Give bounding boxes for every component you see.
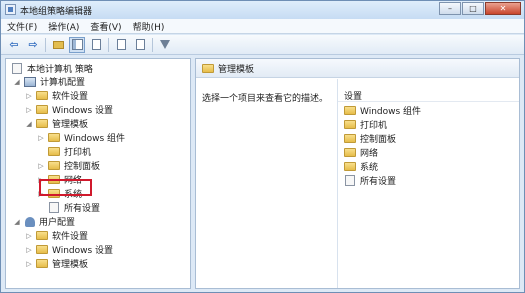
- details-description: 选择一个项目来查看它的描述。: [202, 94, 329, 104]
- folder-icon: [36, 91, 48, 100]
- list-item[interactable]: Windows 组件: [344, 104, 421, 117]
- filter-icon[interactable]: [157, 37, 173, 53]
- details-pane: 管理模板 选择一个项目来查看它的描述。 设置 Windows 组件 打印机 控制…: [195, 58, 520, 289]
- tree-item-software-settings[interactable]: ▷ 软件设置: [25, 89, 88, 102]
- toolbar-separator: [152, 37, 153, 52]
- properties-icon[interactable]: [132, 37, 148, 53]
- tree-pane: 本地计算机 策略 ◢ 计算机配置 ▷ 软件设置 ▷ Windows 设置 ◢ 管…: [5, 58, 191, 289]
- maximize-button[interactable]: □: [462, 2, 484, 15]
- settings-list: 设置 Windows 组件 打印机 控制面板 网络 系统 所有设置: [337, 79, 519, 288]
- menu-action[interactable]: 操作(A): [48, 20, 79, 33]
- title-bar: 本地组策略编辑器 – □ ✕: [1, 1, 524, 19]
- tree-item-windows-components[interactable]: ▷ Windows 组件: [37, 131, 125, 144]
- folder-icon: [36, 259, 48, 268]
- toolbar-separator: [45, 37, 46, 52]
- tree-item-user-admin-templates[interactable]: ▷ 管理模板: [25, 257, 88, 270]
- folder-icon: [36, 105, 48, 114]
- list-item[interactable]: 打印机: [344, 118, 387, 131]
- folder-icon: [344, 148, 356, 157]
- close-button[interactable]: ✕: [485, 2, 521, 15]
- tree-item-label: 计算机配置: [40, 78, 86, 88]
- up-folder-icon[interactable]: [50, 37, 66, 53]
- chevron-right-icon[interactable]: ▷: [37, 134, 45, 142]
- folder-icon: [344, 106, 356, 115]
- tree-item-printers[interactable]: 打印机: [37, 145, 91, 158]
- help-icon[interactable]: [113, 37, 129, 53]
- folder-icon: [344, 162, 356, 171]
- show-tree-icon[interactable]: [69, 36, 85, 53]
- toolbar: ⇦ ⇨: [1, 35, 524, 55]
- user-icon: [25, 216, 35, 227]
- tree-item-user-software-settings[interactable]: ▷ 软件设置: [25, 229, 88, 242]
- folder-icon: [36, 231, 48, 240]
- toolbar-separator: [108, 37, 109, 52]
- chevron-right-icon[interactable]: ▷: [25, 106, 33, 114]
- tree-item-label: Windows 设置: [52, 106, 114, 116]
- tree-item-root[interactable]: 本地计算机 策略: [8, 62, 93, 75]
- list-item[interactable]: 系统: [344, 160, 378, 173]
- policy-icon: [12, 63, 22, 74]
- tree-item-label: 打印机: [64, 148, 92, 158]
- details-title: 管理模板: [218, 64, 255, 75]
- chevron-right-icon[interactable]: ▷: [25, 246, 33, 254]
- folder-icon: [48, 147, 60, 156]
- chevron-right-icon[interactable]: ▷: [37, 162, 45, 170]
- tree-item-admin-templates[interactable]: ◢ 管理模板: [25, 117, 88, 130]
- tree-item-label: 本地计算机 策略: [27, 65, 93, 75]
- tree-item-computer-config[interactable]: ◢ 计算机配置: [13, 75, 85, 88]
- folder-icon: [344, 120, 356, 129]
- app-icon: [5, 4, 16, 15]
- window: 本地组策略编辑器 – □ ✕ 文件(F) 操作(A) 查看(V) 帮助(H) ⇦…: [0, 0, 525, 293]
- menu-view[interactable]: 查看(V): [90, 20, 121, 33]
- folder-icon: [344, 134, 356, 143]
- chevron-down-icon[interactable]: ◢: [13, 218, 21, 226]
- all-settings-icon: [345, 175, 355, 186]
- column-divider: [338, 101, 519, 102]
- tree-item-control-panel[interactable]: ▷ 控制面板: [37, 159, 100, 172]
- chevron-down-icon[interactable]: ◢: [13, 78, 21, 86]
- back-icon[interactable]: ⇦: [6, 37, 22, 53]
- tree-item-label: 管理模板: [52, 120, 89, 130]
- tree-item-label: 用户配置: [39, 218, 76, 228]
- export-list-icon[interactable]: [88, 37, 104, 53]
- tree-item-label: 软件设置: [52, 232, 89, 242]
- menu-bar: 文件(F) 操作(A) 查看(V) 帮助(H): [1, 19, 524, 34]
- tree-item-label: 管理模板: [52, 260, 89, 270]
- all-settings-icon: [49, 202, 59, 213]
- chevron-right-icon[interactable]: ▷: [25, 92, 33, 100]
- list-item[interactable]: 所有设置: [344, 174, 396, 187]
- selection-highlight: [39, 179, 92, 196]
- chevron-right-icon[interactable]: ▷: [25, 232, 33, 240]
- tree-item-user-windows-settings[interactable]: ▷ Windows 设置: [25, 243, 113, 256]
- minimize-button[interactable]: –: [439, 2, 461, 15]
- folder-icon: [202, 63, 214, 73]
- forward-icon[interactable]: ⇨: [25, 37, 41, 53]
- folder-icon: [36, 119, 48, 128]
- tree-item-windows-settings[interactable]: ▷ Windows 设置: [25, 103, 113, 116]
- list-item[interactable]: 控制面板: [344, 132, 396, 145]
- menu-file[interactable]: 文件(F): [7, 20, 37, 33]
- tree-item-user-config[interactable]: ◢ 用户配置: [13, 215, 75, 228]
- tree-item-label: Windows 设置: [52, 246, 114, 256]
- details-header: 管理模板: [196, 59, 519, 78]
- computer-icon: [24, 76, 36, 87]
- menu-help[interactable]: 帮助(H): [133, 20, 165, 33]
- tree-item-all-settings[interactable]: 所有设置: [37, 201, 100, 214]
- folder-icon: [48, 161, 60, 170]
- list-item[interactable]: 网络: [344, 146, 378, 159]
- chevron-right-icon[interactable]: ▷: [25, 260, 33, 268]
- tree-item-label: 控制面板: [64, 162, 101, 172]
- window-title: 本地组策略编辑器: [20, 7, 93, 17]
- folder-icon: [48, 133, 60, 142]
- tree-item-label: Windows 组件: [64, 134, 126, 144]
- folder-icon: [36, 245, 48, 254]
- chevron-down-icon[interactable]: ◢: [25, 120, 33, 128]
- tree-item-label: 所有设置: [64, 204, 101, 214]
- tree-item-label: 软件设置: [52, 92, 89, 102]
